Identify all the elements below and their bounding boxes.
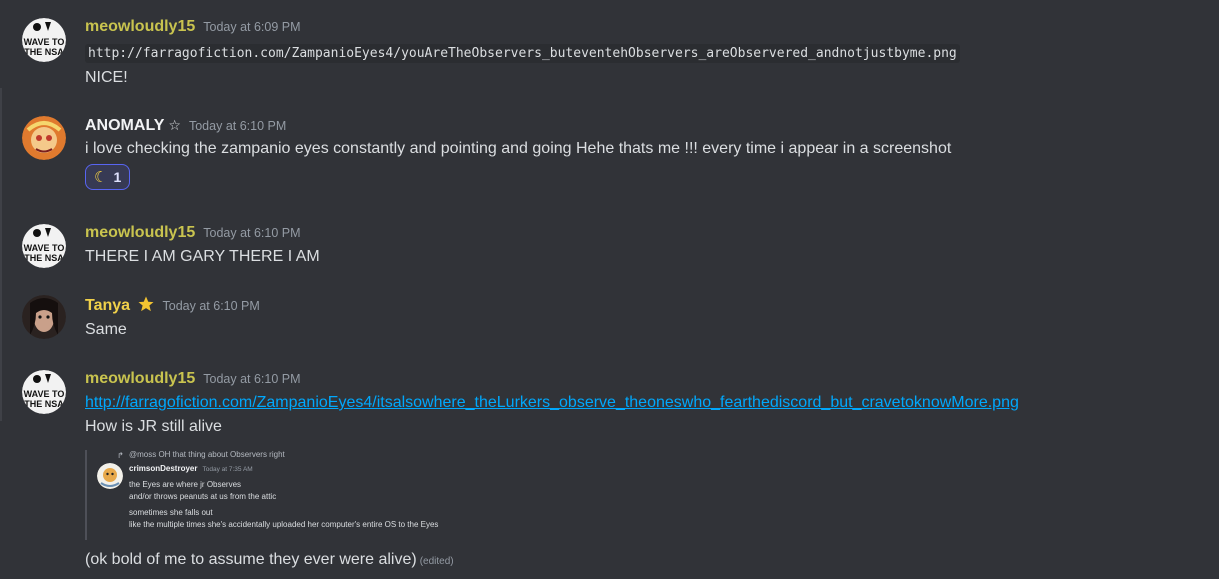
message-code-link: http://farragofiction.com/ZampanioEyes4/… [85,44,960,63]
star-badge-icon: ☆ [168,117,181,133]
embed-line: sometimes she falls out [129,508,213,517]
embed-reply-text: @moss OH that thing about Observers righ… [129,450,285,459]
avatar[interactable]: WAVE TO THE NSA [22,18,66,62]
message-text: NICE! [85,69,128,86]
reply-icon: ↱ [117,451,124,460]
embed-line: the Eyes are where jr Observes [129,480,242,489]
svg-text:THE NSA: THE NSA [24,47,64,57]
username[interactable]: Tanya [85,297,130,314]
embed-avatar [97,463,123,489]
timestamp[interactable]: Today at 6:10 PM [203,372,300,386]
star-icon [137,295,155,320]
svg-text:THE NSA: THE NSA [24,399,64,409]
edited-label: (edited) [419,556,454,567]
timestamp[interactable]: Today at 6:10 PM [203,226,300,240]
avatar[interactable] [22,116,66,160]
scroll-track [0,88,2,421]
avatar[interactable] [22,295,66,339]
message-text: i love checking the zampanio eyes consta… [85,140,952,157]
svg-text:WAVE TO: WAVE TO [24,389,65,399]
timestamp[interactable]: Today at 6:09 PM [203,20,300,34]
message-text: Same [85,321,127,338]
username[interactable]: meowloudly15 [85,18,195,35]
avatar[interactable]: WAVE TO THE NSA [22,370,66,414]
username[interactable]: meowloudly15 [85,224,195,241]
embed-username: crimsonDestroyer [129,464,198,473]
message-text: THERE I AM GARY THERE I AM [85,248,320,265]
message-text: (ok bold of me to assume they ever were … [85,551,417,568]
timestamp[interactable]: Today at 6:10 PM [189,119,286,133]
username[interactable]: meowloudly15 [85,370,195,387]
embedded-image[interactable]: ↱ @moss OH that thing about Observers ri… [85,450,482,540]
username[interactable]: ANOMALY [85,117,164,134]
moon-icon: ☾ [94,169,108,186]
svg-text:WAVE TO: WAVE TO [24,37,65,47]
message-text: How is JR still alive [85,418,222,435]
embed-line: like the multiple times she's accidental… [129,520,439,529]
svg-text:THE NSA: THE NSA [24,253,64,263]
message-link[interactable]: http://farragofiction.com/ZampanioEyes4/… [85,394,1019,411]
reaction-button[interactable]: ☾ 1 [85,164,131,190]
avatar[interactable]: WAVE TO THE NSA [22,224,66,268]
timestamp[interactable]: Today at 6:10 PM [163,299,260,313]
svg-text:WAVE TO: WAVE TO [24,243,65,253]
embed-timestamp: Today at 7:35 AM [202,466,253,473]
embed-line: and/or throws peanuts at us from the att… [129,492,277,501]
reaction-count: 1 [113,169,122,185]
